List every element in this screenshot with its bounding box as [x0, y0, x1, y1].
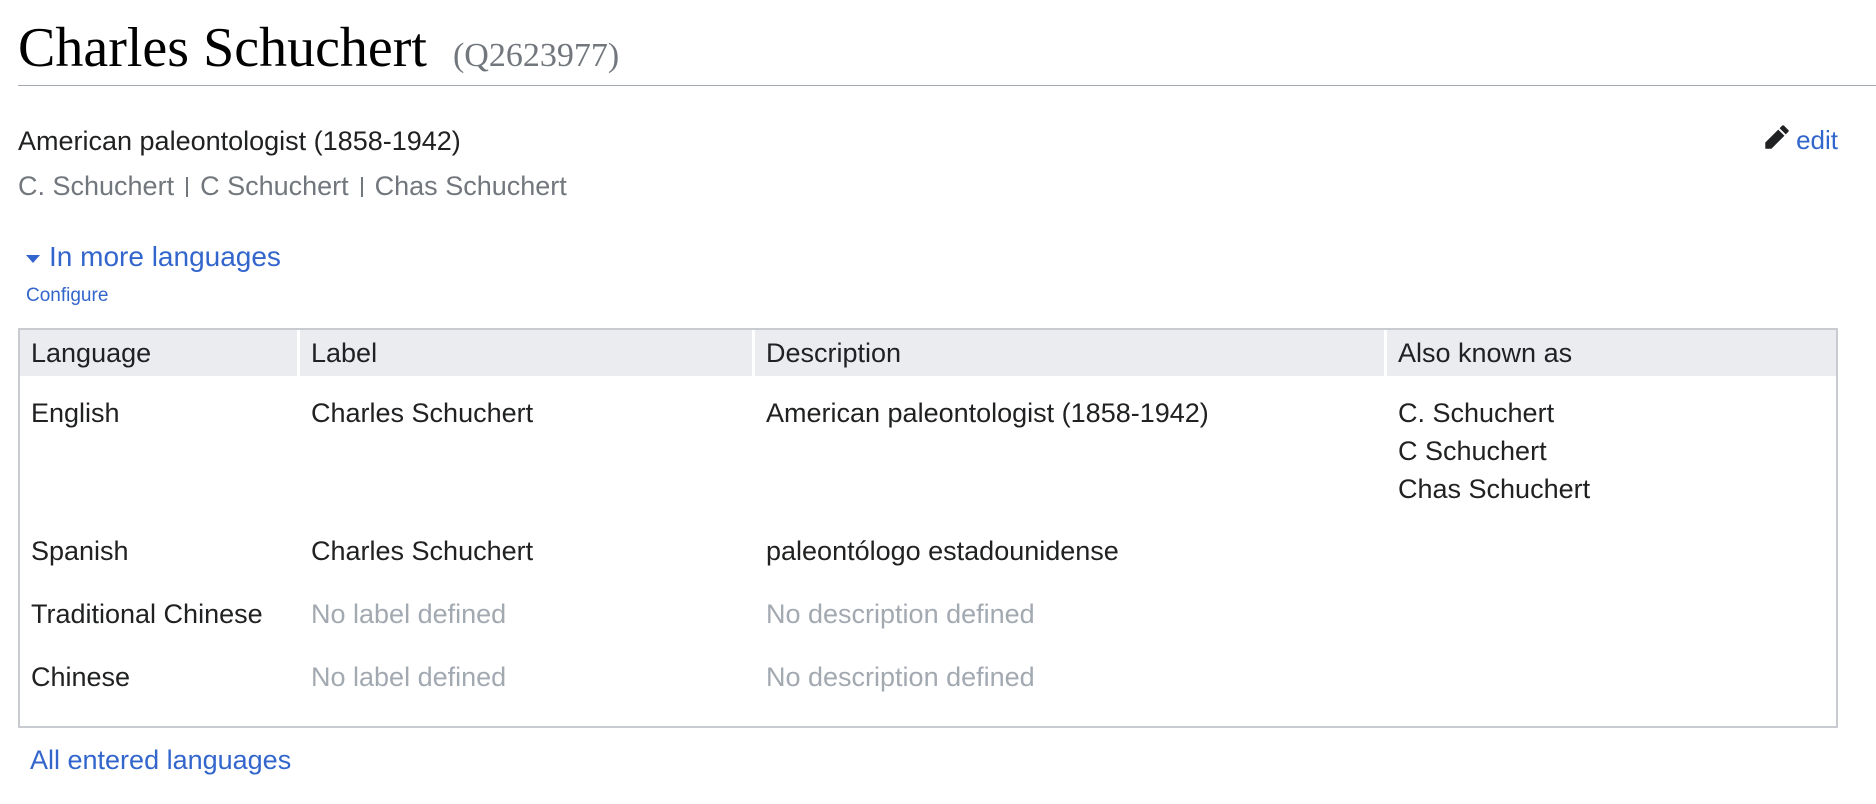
alias-item: Chas Schuchert [374, 171, 567, 201]
column-header-language: Language [31, 338, 152, 368]
language-cell: Chinese [31, 662, 131, 692]
column-header-also-known-as: Also known as [1384, 330, 1836, 376]
in-more-languages-toggle[interactable]: In more languages [26, 241, 281, 273]
description-cell: No description defined [766, 599, 1035, 629]
description-cell: American paleontologist (1858-1942) [766, 398, 1209, 428]
aliases-cell: C. Schuchert C Schuchert Chas Schuchert [1384, 394, 1836, 508]
table-row: English Charles Schuchert American paleo… [20, 394, 1836, 524]
item-description: American paleontologist (1858-1942) [18, 126, 461, 156]
page-title: Charles Schuchert (Q2623977) [18, 12, 619, 92]
alias-item: C. Schuchert [1398, 398, 1555, 428]
item-label: Charles Schuchert [18, 17, 427, 79]
caret-down-icon [26, 255, 40, 263]
wikidata-item-page: Charles Schuchert (Q2623977) American pal… [0, 0, 1876, 804]
label-cell: No label defined [311, 662, 507, 692]
table-header: Language Label Description Also known as [20, 330, 1836, 376]
language-cell: Spanish [31, 536, 129, 566]
configure-link[interactable]: Configure [26, 285, 108, 307]
label-cell: Charles Schuchert [311, 398, 534, 428]
alias-item: Chas Schuchert [1398, 474, 1591, 504]
alias-list: C. Schuchert C Schuchert Chas Schuchert [18, 169, 567, 203]
label-cell: No label defined [311, 599, 507, 629]
alias-separator [360, 177, 363, 197]
pencil-icon [1764, 124, 1796, 157]
table-row: Chinese No label defined No description … [20, 658, 1836, 708]
edit-link[interactable]: edit [1764, 124, 1838, 157]
page-title-header: Charles Schuchert (Q2623977) [18, 0, 1876, 86]
column-header-description: Description [752, 330, 1384, 376]
language-cell: English [31, 398, 120, 428]
alias-separator [186, 177, 189, 197]
all-entered-languages-link[interactable]: All entered languages [30, 745, 291, 776]
description-cell: paleontólogo estadounidense [766, 536, 1119, 566]
item-id: (Q2623977) [452, 37, 620, 74]
label-cell: Charles Schuchert [311, 536, 534, 566]
languages-table: Language Label Description Also known as… [18, 328, 1838, 728]
description-cell: No description defined [766, 662, 1035, 692]
alias-item: C Schuchert [200, 171, 349, 201]
alias-item: C Schuchert [1398, 436, 1547, 466]
alias-item: C. Schuchert [18, 171, 175, 201]
column-header-label: Label [297, 330, 752, 376]
language-cell: Traditional Chinese [31, 599, 263, 629]
in-more-languages-label: In more languages [49, 241, 281, 272]
table-row: Traditional Chinese No label defined No … [20, 595, 1836, 645]
table-row: Spanish Charles Schuchert paleontólogo e… [20, 532, 1836, 582]
edit-label: edit [1796, 125, 1838, 155]
